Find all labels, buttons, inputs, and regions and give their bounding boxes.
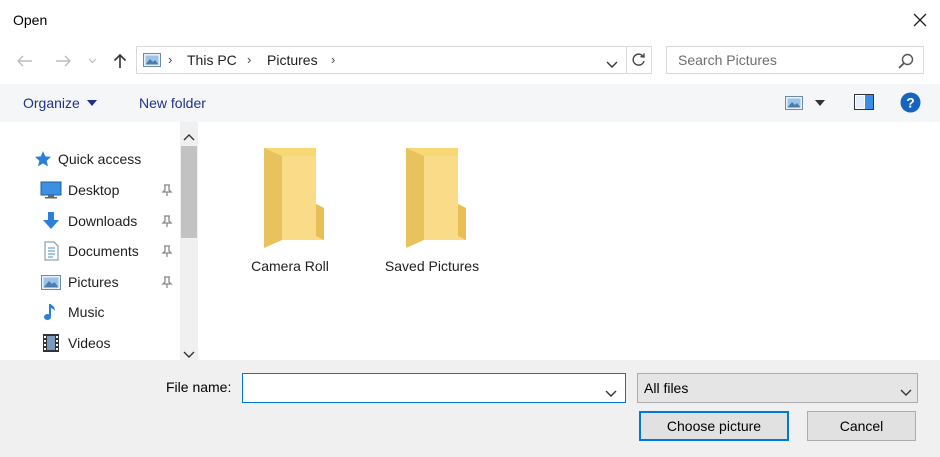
close-icon [913, 13, 927, 27]
search-icon [898, 53, 914, 72]
file-name-dropdown-button[interactable] [605, 385, 617, 401]
chevron-down-icon [183, 351, 195, 358]
refresh-button[interactable] [631, 52, 647, 71]
view-icon [785, 96, 803, 110]
sidebar-item-label: Downloads [68, 213, 138, 229]
sidebar-item-label: Videos [68, 335, 111, 351]
choose-picture-label: Choose picture [666, 418, 762, 434]
desktop-icon [40, 181, 62, 199]
pictures-icon [41, 275, 61, 290]
folder-icon [406, 148, 466, 248]
sidebar-item-label: Documents [68, 243, 139, 259]
breadcrumb-chevron[interactable]: › [168, 52, 172, 67]
address-dropdown-button[interactable] [606, 56, 618, 72]
choose-picture-button[interactable]: Choose picture [639, 411, 789, 441]
chevron-down-icon [605, 390, 617, 397]
address-bar[interactable]: › This PC › Pictures › [136, 46, 652, 74]
recent-locations-button[interactable] [85, 52, 99, 70]
help-button[interactable]: ? [900, 92, 921, 116]
download-arrow-icon [43, 212, 59, 229]
sidebar-item-desktop[interactable]: Desktop [40, 176, 119, 204]
sidebar-item-downloads[interactable]: Downloads [40, 207, 137, 235]
pin-icon[interactable] [161, 275, 173, 289]
cancel-label: Cancel [839, 418, 884, 434]
up-arrow-icon [113, 53, 127, 68]
pictures-location-icon [143, 53, 161, 70]
sidebar-item-pictures[interactable]: Pictures [40, 268, 119, 296]
search-placeholder: Search Pictures [678, 52, 777, 68]
documents-icon [44, 241, 59, 261]
close-button[interactable] [905, 6, 935, 34]
file-type-value: All files [644, 380, 689, 396]
pin-icon[interactable] [161, 214, 173, 228]
breadcrumb-chevron[interactable]: › [247, 52, 251, 67]
chevron-down-icon [606, 61, 618, 68]
sidebar-item-label: Music [68, 304, 105, 320]
forward-arrow-icon [56, 55, 71, 67]
back-button[interactable] [12, 50, 38, 72]
sidebar-item-label: Desktop [68, 182, 120, 198]
breadcrumb-chevron[interactable]: › [331, 52, 335, 67]
pin-icon[interactable] [161, 244, 173, 258]
preview-pane-icon [854, 94, 874, 110]
music-note-icon [44, 304, 55, 320]
sidebar-item-videos[interactable]: Videos [40, 329, 111, 357]
sidebar-item-music[interactable]: Music [40, 298, 105, 326]
up-button[interactable] [108, 48, 132, 74]
chevron-up-icon [183, 134, 195, 141]
forward-button[interactable] [50, 50, 76, 72]
file-name-label: File name: [166, 379, 232, 395]
sidebar-item-documents[interactable]: Documents [40, 237, 139, 265]
caret-down-icon [815, 100, 825, 106]
breadcrumb-pictures[interactable]: Pictures [267, 52, 318, 68]
new-folder-button[interactable]: New folder [139, 84, 206, 122]
title-bar: Open [0, 0, 940, 40]
pin-icon[interactable] [161, 183, 173, 197]
sidebar-item-quick-access[interactable]: Quick access [34, 145, 141, 173]
scroll-up-button[interactable] [183, 128, 195, 144]
file-type-select[interactable]: All files [637, 373, 918, 403]
preview-pane-button[interactable] [854, 94, 874, 113]
refresh-icon [632, 53, 645, 66]
window-title: Open [13, 12, 48, 28]
folder-item-saved-pictures[interactable]: Saved Pictures [380, 144, 484, 274]
folder-label: Camera Roll [251, 258, 329, 274]
new-folder-label: New folder [139, 95, 206, 111]
chevron-down-icon [900, 389, 912, 396]
file-type-dropdown-button[interactable] [900, 384, 912, 400]
sidebar-item-label: Quick access [58, 151, 142, 167]
search-input[interactable]: Search Pictures [666, 46, 924, 74]
folder-item-camera-roll[interactable]: Camera Roll [240, 144, 340, 274]
folder-label: Saved Pictures [384, 258, 480, 274]
back-arrow-icon [17, 55, 32, 67]
organize-label: Organize [23, 95, 80, 111]
film-icon [43, 334, 59, 352]
change-view-button[interactable] [785, 93, 831, 113]
chevron-down-icon [88, 58, 96, 64]
star-icon [35, 151, 51, 167]
cancel-button[interactable]: Cancel [807, 411, 916, 441]
folder-icon [264, 148, 324, 248]
address-divider [626, 47, 627, 73]
svg-text:?: ? [906, 95, 915, 111]
caret-down-icon [86, 100, 97, 106]
help-icon: ? [900, 92, 921, 113]
sidebar-item-label: Pictures [68, 274, 119, 290]
organize-menu-button[interactable]: Organize [23, 84, 97, 122]
scrollbar-thumb[interactable] [181, 146, 197, 238]
breadcrumb-this-pc[interactable]: This PC [187, 52, 237, 68]
file-name-input[interactable] [242, 373, 626, 403]
